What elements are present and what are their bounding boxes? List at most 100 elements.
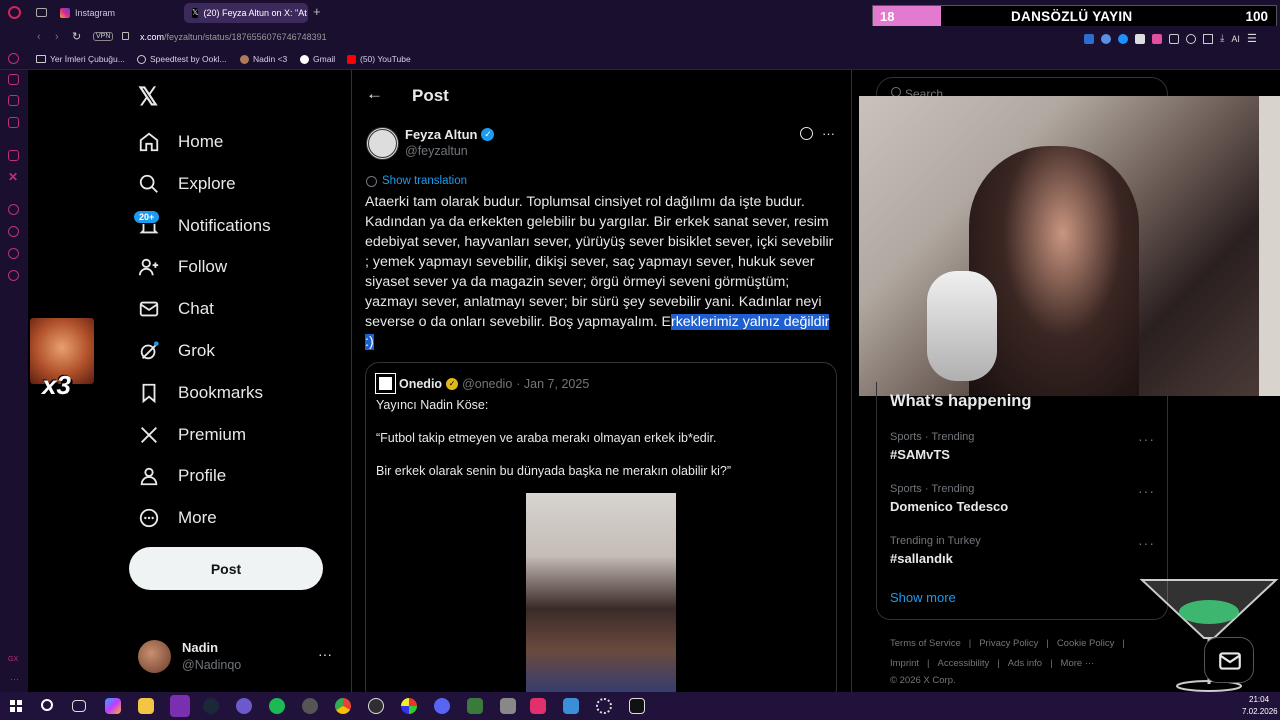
more-icon[interactable]: ··· bbox=[10, 674, 19, 684]
extension-icon[interactable] bbox=[1118, 33, 1128, 44]
twitch-icon[interactable] bbox=[8, 150, 19, 161]
post-button[interactable]: Post bbox=[129, 547, 323, 590]
show-translation-link[interactable]: Show translation bbox=[366, 175, 467, 187]
x-sidebar-icon[interactable]: ✕ bbox=[8, 170, 18, 184]
settings-icon[interactable] bbox=[596, 698, 612, 714]
reload-icon[interactable]: ↻ bbox=[72, 30, 81, 43]
author-handle[interactable]: @feyzaltun bbox=[405, 144, 468, 158]
opera-gx-icon[interactable] bbox=[170, 695, 190, 717]
bookmark-item[interactable]: Gmail bbox=[300, 54, 335, 64]
gx-icon[interactable]: GX bbox=[8, 656, 18, 663]
app-icon[interactable] bbox=[302, 698, 318, 714]
tab-instagram[interactable]: Instagram bbox=[52, 3, 178, 23]
sidebar-icon[interactable] bbox=[8, 74, 19, 85]
bookmark-item[interactable]: Nadin <3 bbox=[240, 54, 287, 64]
bookmark-item[interactable]: Speedtest by Ookl... bbox=[137, 54, 227, 64]
app-icon[interactable] bbox=[236, 698, 252, 714]
forward-icon[interactable]: › bbox=[55, 31, 59, 43]
footer-link[interactable]: Terms of Service bbox=[890, 638, 961, 649]
quoted-post[interactable]: Onedio ✓ @onedio · Jan 7, 2025 Yayıncı N… bbox=[365, 362, 837, 702]
more-dots-icon[interactable]: ··· bbox=[318, 646, 332, 662]
extension-icon[interactable] bbox=[1135, 33, 1145, 44]
account-switcher[interactable]: Nadin @Nadinqo ··· bbox=[138, 636, 338, 676]
sidebar-icon[interactable] bbox=[8, 204, 19, 215]
sidebar-icon[interactable] bbox=[8, 53, 19, 64]
back-icon[interactable]: ‹ bbox=[37, 31, 41, 43]
footer-link[interactable]: Cookie Policy bbox=[1057, 638, 1115, 649]
trend-item[interactable]: Sports · Trending #SAMvTS ··· bbox=[890, 431, 1160, 462]
trend-item[interactable]: Trending in Turkey #sallandık ··· bbox=[890, 535, 1160, 566]
ai-button[interactable]: AI bbox=[1231, 34, 1240, 44]
nav-bookmarks[interactable]: Bookmarks bbox=[138, 373, 263, 413]
messages-drawer-button[interactable] bbox=[1204, 637, 1254, 683]
task-view-icon[interactable] bbox=[72, 700, 86, 712]
bookmark-item[interactable]: (50) YouTube bbox=[347, 54, 411, 64]
sidebar-icon[interactable] bbox=[8, 95, 19, 106]
nav-premium[interactable]: Premium bbox=[138, 415, 246, 455]
grok-post-icon[interactable] bbox=[800, 127, 813, 140]
sidebar-icon[interactable] bbox=[8, 248, 19, 259]
clock-date[interactable]: 7.02.2026 bbox=[1242, 707, 1278, 716]
author-name-row[interactable]: Feyza Altun ✓ bbox=[405, 127, 495, 142]
quote-video-thumbnail[interactable] bbox=[526, 493, 676, 701]
extension-icon[interactable] bbox=[1084, 33, 1094, 44]
nav-more[interactable]: More bbox=[138, 498, 217, 538]
extension-icon[interactable] bbox=[1169, 33, 1179, 44]
download-icon[interactable]: ⤓ bbox=[1220, 33, 1224, 44]
app-icon[interactable] bbox=[401, 698, 417, 714]
tiktok-icon[interactable] bbox=[530, 698, 546, 714]
workspace-icon[interactable] bbox=[36, 8, 47, 17]
nav-follow[interactable]: Follow bbox=[138, 247, 227, 287]
footer-link[interactable]: Accessibility bbox=[938, 658, 990, 669]
x-logo[interactable]: 𝕏 bbox=[138, 82, 158, 112]
footer-link[interactable]: Privacy Policy bbox=[979, 638, 1038, 649]
tiktok-icon[interactable] bbox=[629, 698, 645, 714]
trend-item[interactable]: Sports · Trending Domenico Tedesco ··· bbox=[890, 483, 1160, 514]
extension-icon[interactable] bbox=[1152, 33, 1162, 44]
clock-time[interactable]: 21:04 bbox=[1249, 695, 1269, 704]
footer-link[interactable]: Ads info bbox=[1008, 658, 1042, 669]
nav-home[interactable]: Home bbox=[138, 122, 223, 162]
lock-icon[interactable] bbox=[122, 32, 129, 40]
extension-icon[interactable] bbox=[1101, 33, 1111, 44]
steam-icon[interactable] bbox=[203, 698, 219, 714]
opera-logo-icon[interactable] bbox=[8, 6, 21, 19]
nav-profile[interactable]: Profile bbox=[138, 456, 226, 496]
spotify-icon[interactable] bbox=[269, 698, 285, 714]
discord-icon[interactable] bbox=[434, 698, 450, 714]
extension-icon[interactable] bbox=[1186, 33, 1196, 44]
url-field[interactable]: x.com/feyzaltun/status/18765560767467483… bbox=[140, 32, 327, 42]
trend-more-icon[interactable]: ··· bbox=[1138, 483, 1155, 499]
settings-icon[interactable] bbox=[8, 270, 19, 281]
sidebar-icon[interactable] bbox=[8, 117, 19, 128]
menu-icon[interactable]: ☰ bbox=[1247, 32, 1257, 45]
history-icon[interactable] bbox=[8, 226, 19, 237]
footer-link[interactable]: More ··· bbox=[1061, 658, 1095, 669]
trend-more-icon[interactable]: ··· bbox=[1138, 431, 1155, 447]
show-more-link[interactable]: Show more bbox=[890, 590, 956, 605]
author-avatar[interactable] bbox=[366, 127, 399, 160]
windows-start-icon[interactable] bbox=[10, 700, 22, 712]
app-icon[interactable] bbox=[500, 698, 516, 714]
bookmark-item[interactable]: Yer İmleri Çubuğu... bbox=[36, 54, 125, 64]
extension-icon[interactable] bbox=[1203, 33, 1213, 44]
trend-more-icon[interactable]: ··· bbox=[1138, 535, 1155, 551]
app-icon[interactable] bbox=[467, 698, 483, 714]
post-text-body: Ataerki tam olarak budur. Toplumsal cins… bbox=[365, 194, 834, 330]
footer-link[interactable]: Imprint bbox=[890, 658, 919, 669]
tab-x-post[interactable]: 𝕏 (20) Feyza Altun on X: "At bbox=[184, 3, 308, 23]
post-more-icon[interactable]: ··· bbox=[822, 126, 835, 141]
copilot-icon[interactable] bbox=[105, 698, 121, 714]
nav-grok[interactable]: Grok bbox=[138, 331, 215, 371]
obs-icon[interactable] bbox=[368, 698, 384, 714]
nav-explore[interactable]: Explore bbox=[138, 164, 236, 204]
app-icon[interactable] bbox=[563, 698, 579, 714]
new-tab-button[interactable]: + bbox=[313, 4, 321, 19]
vpn-badge[interactable]: VPN bbox=[93, 32, 114, 41]
back-arrow-icon[interactable]: ← bbox=[366, 84, 383, 104]
page-title: Post bbox=[412, 86, 449, 105]
file-explorer-icon[interactable] bbox=[138, 698, 154, 714]
nav-chat[interactable]: Chat bbox=[138, 289, 214, 329]
taskbar-search-icon[interactable] bbox=[41, 699, 53, 711]
chrome-icon[interactable] bbox=[335, 698, 351, 714]
